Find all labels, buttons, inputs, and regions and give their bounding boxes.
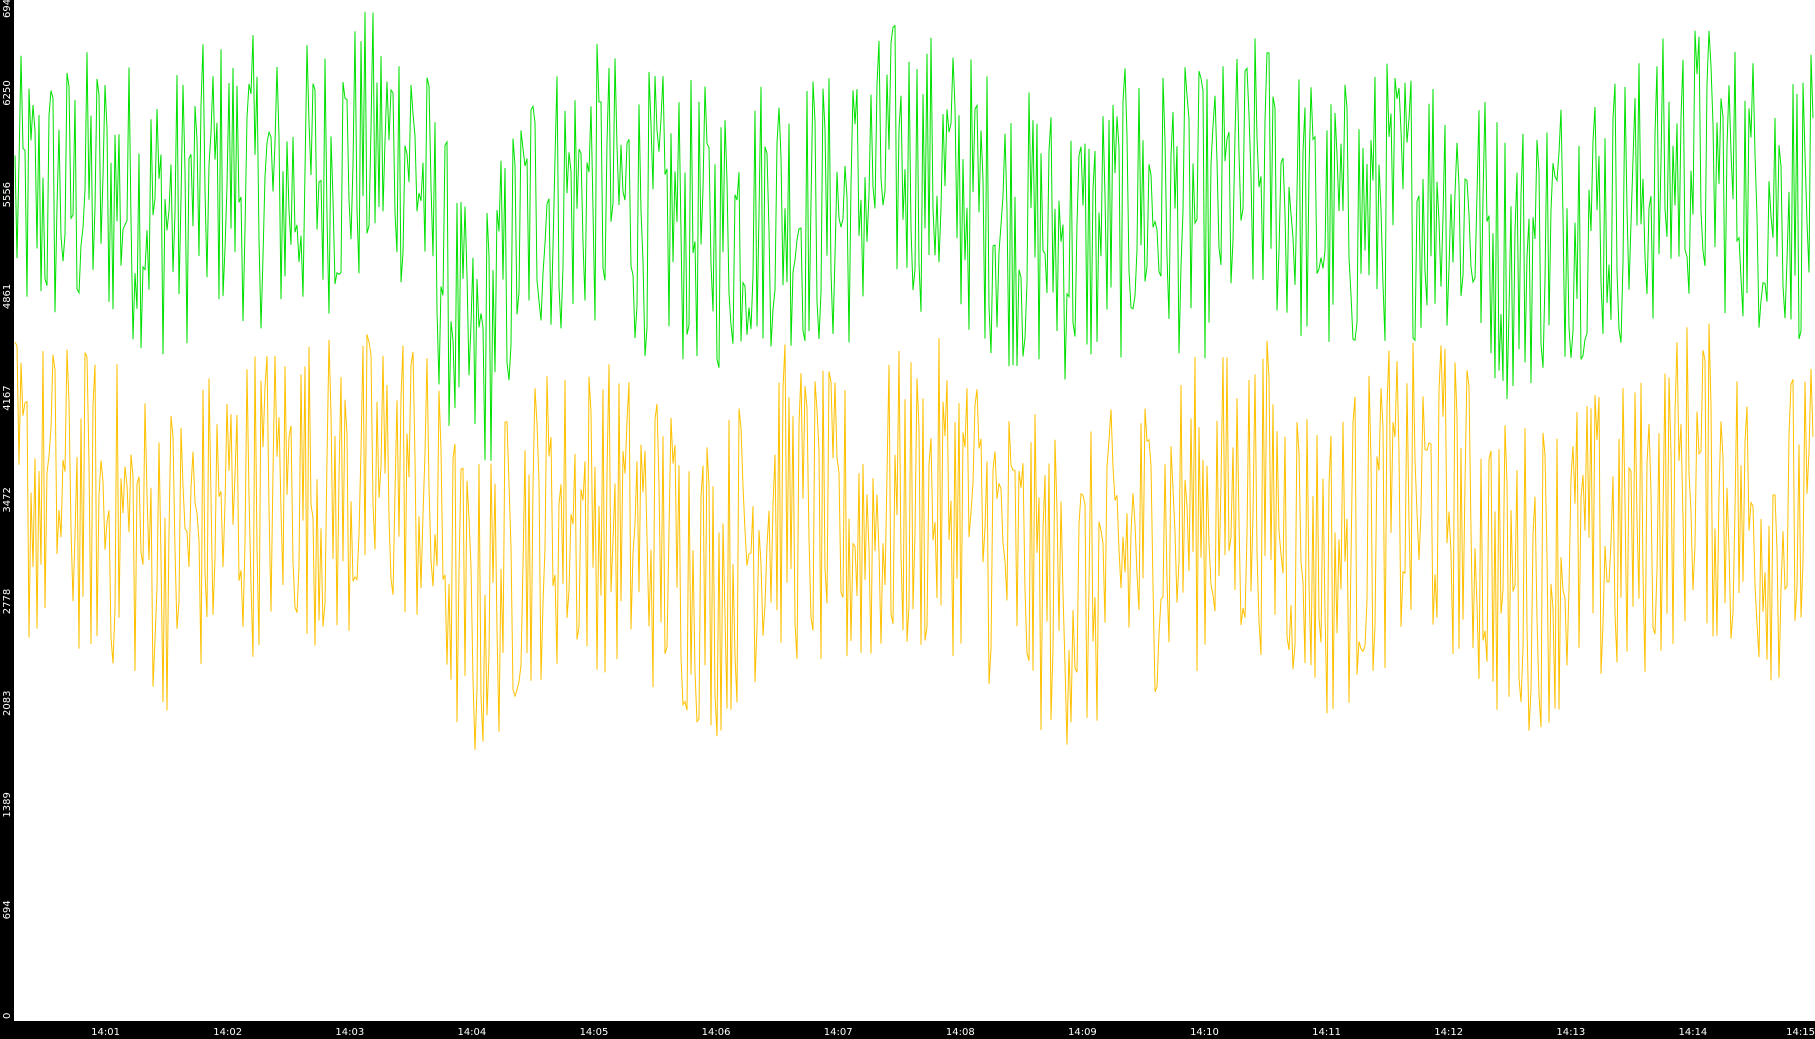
x-axis-band — [0, 1021, 1815, 1039]
x-tick-label: 14:15 — [1786, 1027, 1815, 1038]
x-tick-label: 14:09 — [1068, 1027, 1097, 1038]
x-tick-label: 14:01 — [91, 1027, 120, 1038]
x-tick-label: 14:06 — [702, 1027, 731, 1038]
x-tick-label: 14:04 — [457, 1027, 486, 1038]
x-tick-label: 14:03 — [335, 1027, 364, 1038]
x-tick-label: 14:13 — [1556, 1027, 1585, 1038]
x-tick-label: 14:12 — [1434, 1027, 1463, 1038]
y-tick-label: 0 — [2, 1013, 13, 1019]
y-tick-label: 694 — [2, 900, 13, 919]
x-tick-label: 14:14 — [1678, 1027, 1707, 1038]
x-tick-label: 14:08 — [946, 1027, 975, 1038]
x-axis-tick-labels: 14:01 14:02 14:03 14:04 14:05 14:06 14:07 14:08… — [91, 1027, 1815, 1038]
x-tick-label: 14:10 — [1190, 1027, 1219, 1038]
y-tick-label: 6945 — [2, 0, 13, 18]
x-tick-label: 14:07 — [824, 1027, 853, 1038]
y-tick-label: 4861 — [2, 284, 13, 309]
y-tick-label: 4167 — [2, 385, 13, 410]
y-axis-band — [0, 0, 14, 1039]
x-tick-label: 14:05 — [580, 1027, 609, 1038]
y-tick-label: 3472 — [2, 487, 13, 512]
y-tick-label: 2778 — [2, 589, 13, 614]
line-chart: 0 694 1389 2083 2778 3472 4167 4861 5556 6250 6945… — [0, 0, 1815, 1039]
y-tick-label: 2083 — [2, 691, 13, 716]
y-tick-label: 6250 — [2, 80, 13, 105]
x-tick-label: 14:11 — [1312, 1027, 1341, 1038]
x-tick-label: 14:02 — [213, 1027, 242, 1038]
y-tick-label: 1389 — [2, 792, 13, 817]
y-tick-label: 5556 — [2, 182, 13, 207]
